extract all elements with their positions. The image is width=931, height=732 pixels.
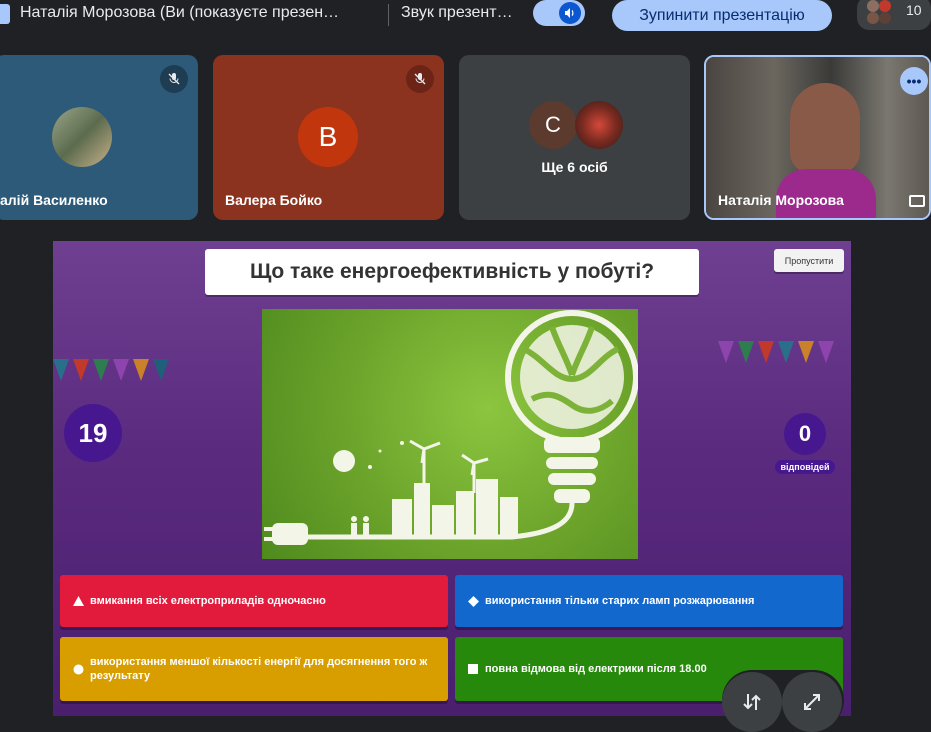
avatar [879, 12, 891, 24]
diamond-icon [467, 595, 479, 607]
presenting-icon [0, 4, 10, 24]
avatar: B [298, 107, 358, 167]
circle-icon [72, 664, 84, 675]
square-icon [467, 664, 479, 674]
participant-tile[interactable]: B Валера Бойко [213, 55, 444, 220]
sound-toggle[interactable] [533, 0, 585, 26]
participant-name: Наталія Морозова [718, 192, 844, 208]
participants-count: 10 [906, 2, 922, 18]
answer-text: повна відмова від електрики після 18.00 [485, 663, 707, 675]
avatar [879, 0, 891, 12]
answers-label: відповідей [775, 460, 835, 474]
triangle-icon [72, 596, 84, 606]
avatar [867, 12, 879, 24]
picture-in-picture-icon[interactable] [909, 195, 925, 207]
participant-tile-self[interactable]: ••• Наталія Морозова [704, 55, 931, 220]
question-title: Що таке енергоефективність у побуті? [205, 249, 699, 295]
more-participants-label: Ще 6 осіб [541, 159, 608, 175]
more-options-icon[interactable]: ••• [900, 67, 928, 95]
presentation-stage: Що таке енергоефективність у побуті? Про… [53, 241, 851, 716]
presentation-title: Наталія Морозова (Ви (показуєте презен… [20, 4, 340, 21]
participant-tile[interactable]: C Ще 6 осіб [459, 55, 690, 220]
speaker-icon [559, 2, 581, 24]
answer-option[interactable]: використання меншої кількості енергії дл… [60, 637, 448, 701]
mic-off-icon [406, 65, 434, 93]
decoration-bunting [53, 359, 169, 381]
answer-text: використання тільки старих ламп розжарюв… [485, 595, 755, 607]
mic-off-icon [160, 65, 188, 93]
answer-option[interactable]: використання тільки старих ламп розжарюв… [455, 575, 843, 627]
skip-button[interactable]: Пропустити [774, 249, 844, 272]
participant-tile[interactable]: алій Василенко [0, 55, 198, 220]
countdown-timer: 19 [64, 404, 122, 462]
divider [388, 4, 389, 26]
avatar [52, 107, 112, 167]
avatar [867, 0, 879, 12]
question-image [262, 309, 638, 559]
participant-name: алій Василенко [0, 192, 108, 208]
sound-label: Звук презент… [401, 4, 513, 21]
person-figure [790, 83, 860, 173]
participant-name: Валера Бойко [225, 192, 323, 208]
decoration-bunting [718, 341, 834, 363]
avatar: C [529, 101, 577, 149]
fullscreen-icon[interactable] [782, 672, 842, 732]
stop-presenting-button[interactable]: Зупинити презентацію [612, 0, 832, 31]
energy-bulb-illustration [264, 310, 638, 545]
answers-count: 0 [784, 413, 826, 455]
avatar [575, 101, 623, 149]
answer-option[interactable]: вмикання всіх електроприладів одночасно [60, 575, 448, 627]
answer-text: використання меншої кількості енергії дл… [90, 656, 428, 682]
swap-icon[interactable] [722, 672, 782, 732]
answer-text: вмикання всіх електроприладів одночасно [90, 595, 326, 607]
